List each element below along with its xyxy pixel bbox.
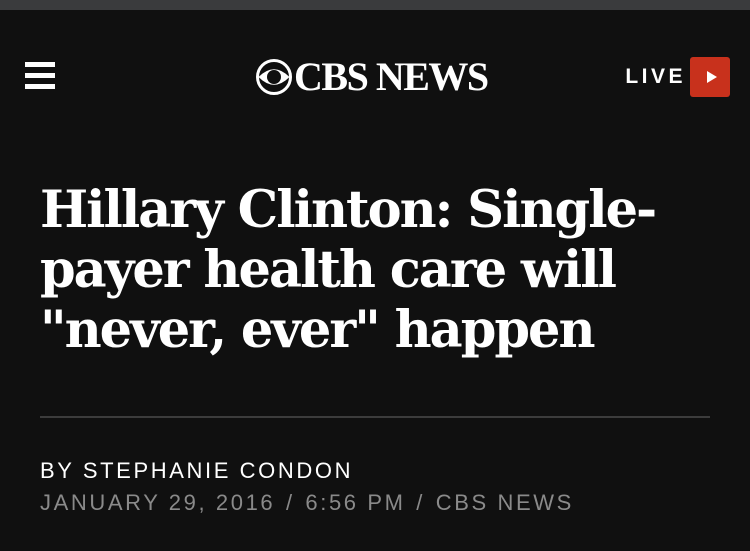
byline-prefix: BY (40, 458, 75, 483)
live-button[interactable]: LIVE (625, 57, 730, 97)
article-headline: Hillary Clinton: Single-payer health car… (40, 180, 657, 360)
article-meta: JANUARY 29, 2016 / 6:56 PM / CBS NEWS (40, 490, 574, 516)
publish-time: 6:56 PM (305, 490, 406, 515)
cbs-news-logo[interactable]: CBS NEWS (256, 54, 489, 99)
top-strip (0, 0, 750, 10)
cbs-eye-icon (256, 59, 292, 95)
author-link[interactable]: STEPHANIE CONDON (83, 458, 353, 483)
live-play-button[interactable] (690, 57, 730, 97)
menu-button[interactable] (25, 60, 55, 90)
logo-wordmark: CBS NEWS (294, 54, 489, 99)
meta-separator: / (416, 490, 425, 515)
live-label: LIVE (625, 65, 686, 88)
publish-date: JANUARY 29, 2016 (40, 490, 276, 515)
site-header: CBS NEWS LIVE (0, 10, 750, 132)
divider (40, 416, 710, 418)
play-icon (706, 71, 717, 83)
source-link[interactable]: CBS NEWS (436, 490, 574, 515)
meta-separator: / (285, 490, 295, 515)
byline: BY STEPHANIE CONDON (40, 458, 353, 484)
